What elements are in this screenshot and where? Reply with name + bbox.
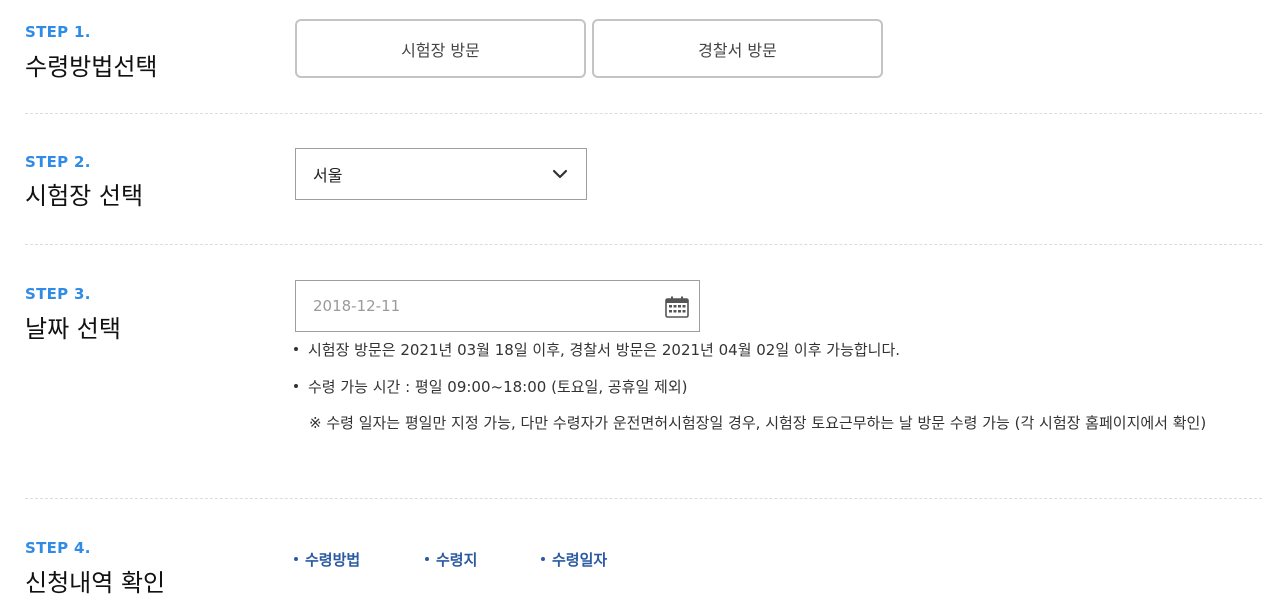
bullet-icon [294,346,298,351]
bullet-icon [541,556,545,561]
test-site-select[interactable]: 서울 [295,148,587,200]
date-input[interactable]: 2018-12-11 [295,280,700,332]
summary-date: 수령일자 [541,549,607,570]
section-divider [25,113,1262,114]
summary-location: 수령지 [425,549,477,570]
step-4-number: STEP 4. [25,539,91,557]
step-3-number: STEP 3. [25,285,91,303]
summary-method: 수령방법 [294,549,360,570]
step-1-number: STEP 1. [25,23,91,41]
step-3-title: 날짜 선택 [25,315,121,343]
step-2-number: STEP 2. [25,153,91,171]
bullet-icon [425,556,429,561]
step-2-title: 시험장 선택 [25,182,144,210]
chevron-down-icon [552,166,568,186]
bullet-icon [294,383,298,388]
bullet-icon [294,556,298,561]
step-1-title: 수령방법선택 [25,53,158,81]
method-visit-test-site-button[interactable]: 시험장 방문 [295,19,586,78]
section-divider [25,244,1262,245]
note-visit-dates: 시험장 방문은 2021년 03월 18일 이후, 경찰서 방문은 2021년 … [294,339,900,360]
note-weekday-only: ※ 수령 일자는 평일만 지정 가능, 다만 수령자가 운전면허시험장일 경우,… [309,414,1207,432]
method-visit-police-station-button[interactable]: 경찰서 방문 [592,19,883,78]
step-4-title: 신청내역 확인 [25,569,166,597]
note-pickup-hours: 수령 가능 시간 : 평일 09:00~18:00 (토요일, 공휴일 제외) [294,376,688,397]
date-input-value: 2018-12-11 [313,297,401,315]
calendar-icon[interactable] [665,296,689,322]
section-divider [25,498,1262,499]
test-site-select-value: 서울 [313,166,343,185]
